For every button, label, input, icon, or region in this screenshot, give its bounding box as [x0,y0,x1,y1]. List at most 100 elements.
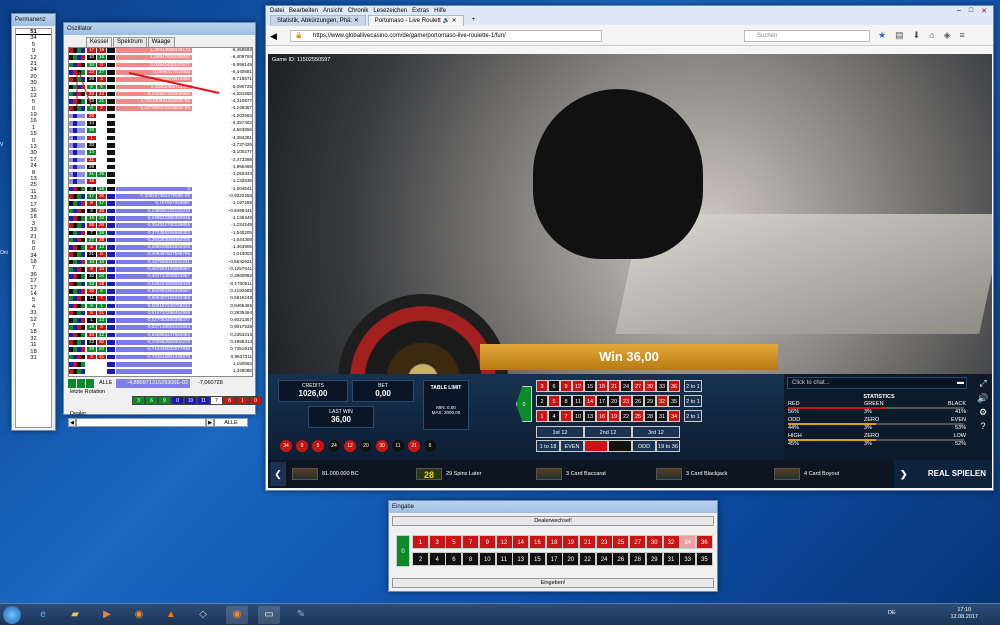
number-cell[interactable]: 19 [608,410,620,422]
menu-item[interactable]: Hilfe [434,8,446,14]
strip-item[interactable]: 4 Card Boyout [774,468,839,480]
number-cell[interactable]: 18 [596,380,608,392]
bookmark-star-icon[interactable]: ★ [878,30,886,41]
submit-button[interactable]: Eingeben! [392,578,714,588]
oszillator-title[interactable]: Oszillator [64,23,255,35]
tab-portomaso[interactable]: Portomaso - Live Roulett 🔊 ✕ [367,15,464,26]
reading-list-icon[interactable]: ▤ [895,30,904,41]
number-cell[interactable]: 10 [572,410,584,422]
scroll-left-icon[interactable]: ◀ [68,418,76,427]
eingabe-number[interactable]: 3 [428,535,446,549]
oszillator-row[interactable]: 8 17 -0,197667463697 -1,197269 [69,201,254,206]
permanenz-list[interactable]: 51 34 5 9 12 21 24 20 30 11 12 5 0 19 16 1 15 0 13 30 17 24 8… [15,28,52,428]
outside-bet[interactable]: ODD [632,440,656,452]
number-cell[interactable]: 28 [644,410,656,422]
oszillator-row[interactable]: 29 34 -0,714446032577836 0,7351915 [69,347,254,352]
strip-item[interactable]: 3 Card Baccarat [536,468,606,480]
search-input[interactable]: Suchen [744,30,870,42]
eingabe-number[interactable]: 33 [679,552,697,566]
dealer-change-button[interactable]: Dealerwechsel! [392,516,714,526]
dozen-bet[interactable]: 1st 12 [536,426,584,438]
tab-kessel[interactable]: Kessel [86,37,113,47]
eingabe-number[interactable]: 5 [445,535,463,549]
number-cell[interactable]: 35 [668,395,680,407]
oszillator-row[interactable]: 3 31 -0,724516691328875 0,9537311 [69,354,254,360]
number-cell[interactable]: 29 [644,395,656,407]
oszillator-row[interactable]: 1,325086 [69,368,254,374]
permanenz-title[interactable]: Permanenz [12,14,55,26]
table-limit-box[interactable]: TABLE LIMIT MIN: 0,00 MAX: 2000,00 [423,380,469,430]
menu-item[interactable]: Ansicht [323,8,343,14]
oszillator-row[interactable]: 7 26 -0,372356256689303 -1,540205 [69,230,254,236]
eingabe-zero[interactable]: 0 [396,535,410,567]
oszillator-row[interactable]: 31 -2,473398 [69,157,254,163]
vm-icon[interactable]: ◇ [192,606,214,624]
language-indicator[interactable]: DE [888,610,896,616]
eingabe-number[interactable]: 1 [412,535,429,549]
dealer-scrollbar[interactable] [76,418,206,427]
media-icon[interactable]: ▶ [96,606,118,624]
menu-icon[interactable]: ≡ [960,30,965,41]
tab-statistik[interactable]: Statistik, Abkürzungen, Phä: ✕ [270,15,366,26]
outside-bet[interactable]: EVEN [560,440,584,452]
menu-item[interactable]: Lesezeichen [373,8,407,14]
number-cell[interactable]: 36 [668,380,680,392]
eingabe-number[interactable]: 16 [528,535,546,549]
strip-item[interactable]: 81.000.000 BC [292,468,359,480]
zero-cell[interactable]: 0 [516,386,532,422]
eingabe-number[interactable]: 18 [545,535,563,549]
explorer-icon[interactable]: ▰ [64,606,86,624]
ie-icon[interactable]: e [32,606,54,624]
number-cell[interactable]: 33 [656,380,668,392]
column-bet[interactable]: 2 to 1 [684,395,702,407]
oszillator-row[interactable]: 30 8 -0,552893364458567 0,2192685 [69,288,254,294]
number-cell[interactable]: 9 [560,380,572,392]
strip-item[interactable]: 3 Card Blackjack [656,468,727,480]
number-cell[interactable]: 15 [584,380,596,392]
oszillator-row[interactable]: 20 -3,737426 [69,142,254,148]
number-cell[interactable]: 7 [560,410,572,422]
color-bet[interactable] [608,440,632,452]
scroll-right-icon[interactable]: ▶ [206,418,214,427]
number-cell[interactable]: 2 [536,395,548,407]
eingabe-number[interactable]: 26 [612,552,630,566]
oszillator-row[interactable]: 6 15 -0,467502143268997 -0,1257641 [69,266,254,272]
dozen-bet[interactable]: 2nd 12 [584,426,632,438]
oszillator-row[interactable]: 1,150563 [69,361,254,367]
eingabe-number[interactable]: 34 [679,535,697,549]
help-icon[interactable]: ? [974,421,992,431]
eingabe-number[interactable]: 23 [595,535,613,549]
eingabe-number[interactable]: 8 [462,552,480,566]
oszillator-row[interactable]: 29 -1,956498 [69,164,254,170]
tab-waage[interactable]: Waage [147,37,175,47]
oszillator-row[interactable]: 18 -1,132536 [69,179,254,185]
color-bet[interactable] [584,440,608,452]
sound-icon[interactable]: 🔊 [974,393,992,404]
eingabe-number[interactable]: 14 [512,535,530,549]
menu-item[interactable]: Bearbeiten [289,8,318,14]
eingabe-number[interactable]: 2 [412,552,429,566]
oszillator-row[interactable]: 23 30 -0,700582553402275 0,4995314 [69,339,254,345]
menu-item[interactable]: Datei [270,8,284,14]
number-cell[interactable]: 1 [536,410,548,422]
oszillator-row[interactable]: 36 26 -0,354521700229895 -1,224248 [69,222,254,228]
chat-send-icon[interactable]: ▬ [957,379,964,386]
number-cell[interactable]: 17 [596,395,608,407]
oszillator-row[interactable]: 31 29 -1,250434 [69,171,254,177]
oszillator-row[interactable]: 17 20 -7,33629736247955E-02 -0,9322256 [69,193,254,199]
number-cell[interactable]: 31 [656,410,668,422]
eingabe-number[interactable]: 15 [528,552,546,566]
eingabe-number[interactable]: 10 [478,552,496,566]
start-button[interactable] [3,606,21,624]
eingabe-number[interactable]: 12 [495,535,513,549]
number-cell[interactable]: 11 [572,395,584,407]
oszillator-row[interactable]: 26 -4,563856 [69,128,254,133]
oszillator-row[interactable]: 19 9 -0,637148654441664 0,9017938 [69,325,254,331]
minimize-icon[interactable]: – [957,7,961,15]
maximize-icon[interactable]: □ [969,7,973,15]
eingabe-number[interactable]: 29 [645,552,663,566]
eingabe-number[interactable]: 31 [662,552,680,566]
strip-prev-icon[interactable]: ❮ [270,462,286,486]
eingabe-number[interactable]: 32 [662,535,680,549]
number-cell[interactable]: 24 [620,380,632,392]
